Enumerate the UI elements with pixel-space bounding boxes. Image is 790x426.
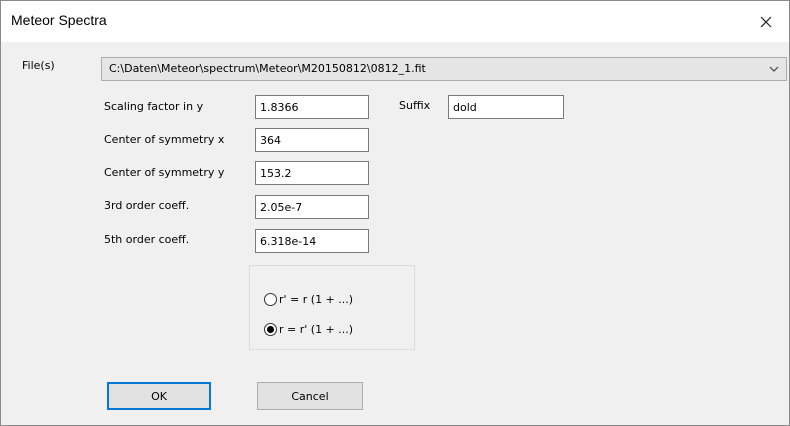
center-x-input[interactable] xyxy=(255,128,369,152)
coeff3-label: 3rd order coeff. xyxy=(104,199,190,212)
suffix-input[interactable] xyxy=(448,95,564,119)
center-x-label: Center of symmetry x xyxy=(104,133,225,146)
radio-dot-icon xyxy=(267,326,274,333)
ok-button[interactable]: OK xyxy=(107,382,211,410)
title-bar: Meteor Spectra xyxy=(1,1,789,42)
suffix-label: Suffix xyxy=(399,99,431,112)
files-combobox-value: C:\Daten\Meteor\spectrum\Meteor\M2015081… xyxy=(109,62,426,75)
files-label: File(s) xyxy=(22,59,55,72)
radio-label-r: r = r' (1 + ...) xyxy=(279,323,354,336)
coeff5-label: 5th order coeff. xyxy=(104,233,190,246)
scaling-input[interactable] xyxy=(255,95,369,119)
formula-radio-group: r' = r (1 + ...) r = r' (1 + ...) xyxy=(249,265,415,350)
cancel-button[interactable]: Cancel xyxy=(257,382,363,410)
window-title: Meteor Spectra xyxy=(11,12,107,28)
scaling-label: Scaling factor in y xyxy=(104,100,204,113)
close-icon xyxy=(760,16,772,27)
coeff5-input[interactable] xyxy=(255,229,369,253)
chevron-down-icon xyxy=(769,66,779,72)
radio-option-r[interactable]: r = r' (1 + ...) xyxy=(264,323,353,336)
dialog-window: Meteor Spectra File(s) C:\Daten\Meteor\s… xyxy=(0,0,790,426)
radio-button-checked[interactable] xyxy=(264,323,277,336)
radio-button-unchecked[interactable] xyxy=(264,293,277,306)
close-button[interactable] xyxy=(743,1,789,42)
center-y-label: Center of symmetry y xyxy=(104,166,225,179)
center-y-input[interactable] xyxy=(255,161,369,185)
radio-label-r-prime: r' = r (1 + ...) xyxy=(279,293,354,306)
coeff3-input[interactable] xyxy=(255,195,369,219)
radio-option-r-prime[interactable]: r' = r (1 + ...) xyxy=(264,293,353,306)
files-combobox[interactable]: C:\Daten\Meteor\spectrum\Meteor\M2015081… xyxy=(101,57,787,81)
